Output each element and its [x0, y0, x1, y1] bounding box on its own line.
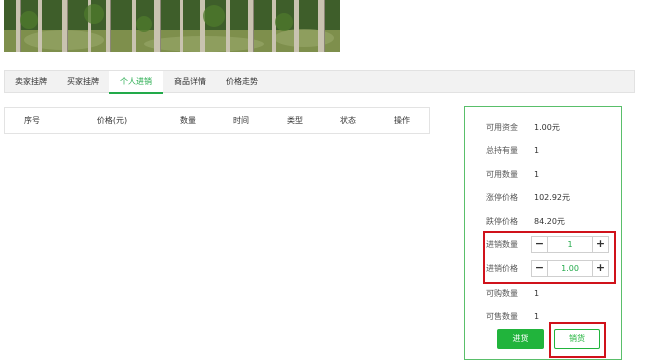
- sellable-qty-value: 1: [534, 312, 540, 321]
- col-index: 序号: [24, 116, 40, 125]
- tab-bar: 卖家挂牌 买家挂牌 个人进销 商品详情 价格走势: [4, 70, 635, 94]
- tab-product-detail[interactable]: 商品详情: [165, 71, 215, 93]
- limit-up-value: 102.92元: [534, 193, 570, 202]
- col-actions: 操作: [394, 116, 410, 125]
- tab-buyer-listing[interactable]: 买家挂牌: [59, 71, 107, 93]
- col-time: 时间: [233, 116, 249, 125]
- sellable-qty-label: 可售数量: [486, 312, 518, 321]
- tab-price-trend[interactable]: 价格走势: [217, 71, 267, 93]
- col-price: 价格(元): [96, 116, 128, 125]
- buyable-qty-value: 1: [534, 289, 540, 298]
- total-holdings-label: 总持有量: [486, 146, 518, 155]
- tab-seller-listing[interactable]: 卖家挂牌: [5, 71, 57, 93]
- total-holdings-value: 1: [534, 146, 540, 155]
- limit-up-label: 涨停价格: [486, 193, 518, 202]
- limit-down-value: 84.20元: [534, 217, 565, 226]
- sell-button[interactable]: 销货: [554, 329, 600, 349]
- available-funds-value: 1.00元: [534, 123, 560, 132]
- forest-banner-image: [4, 0, 340, 52]
- buy-button[interactable]: 进货: [497, 329, 544, 349]
- orders-table-header: 序号 价格(元) 数量 时间 类型 状态 操作: [4, 107, 430, 134]
- tab-personal-trade[interactable]: 个人进销: [109, 71, 163, 94]
- col-type: 类型: [287, 116, 303, 125]
- qty-price-highlight-box: [483, 231, 616, 284]
- limit-down-label: 跌停价格: [486, 217, 518, 226]
- buyable-qty-label: 可购数量: [486, 289, 518, 298]
- available-funds-label: 可用资金: [486, 123, 518, 132]
- available-qty-value: 1: [534, 170, 540, 179]
- col-status: 状态: [340, 116, 356, 125]
- available-qty-label: 可用数量: [486, 170, 518, 179]
- col-quantity: 数量: [180, 116, 196, 125]
